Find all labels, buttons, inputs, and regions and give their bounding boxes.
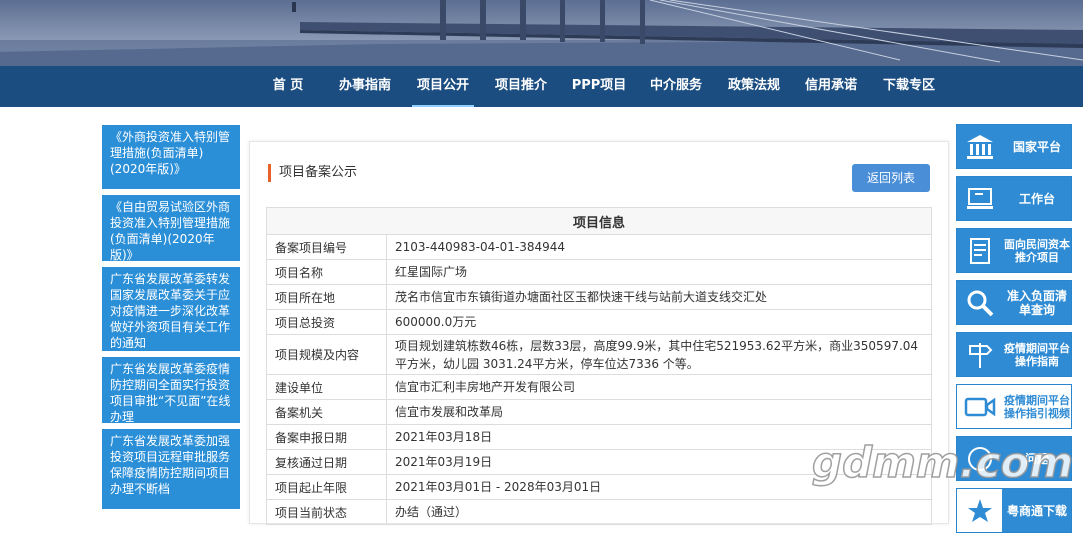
row-value: 信宜市发展和改革局: [386, 399, 932, 425]
table-row: 项目所在地 茂名市信宜市东镇街道办塘面社区玉都快速干线与站前大道支线交汇处: [266, 284, 932, 310]
button-label: 面向民间资本推介项目: [1002, 229, 1071, 272]
button-label: 工作台: [1002, 177, 1071, 220]
news-column: 《外商投资准入特别管理措施(负面清单)(2020年版)》 《自由贸易试验区外商投…: [102, 125, 240, 515]
table-title: 项目信息: [266, 207, 932, 235]
main-nav: 首 页 办事指南 项目公开 项目推介 PPP项目 中介服务 政策法规 信用承诺 …: [0, 66, 1083, 107]
button-label: 粤商通下载: [1002, 489, 1071, 532]
workstation-button[interactable]: 工作台: [956, 176, 1072, 221]
app-download-button[interactable]: 粤商通下载: [956, 488, 1072, 533]
nav-guide[interactable]: 办事指南: [334, 66, 396, 107]
button-label: 准入负面清单查询: [1002, 281, 1071, 324]
button-label: 疫情期间平台操作指引视频: [1002, 385, 1071, 428]
table-row: 建设单位 信宜市汇利丰房地产开发有限公司: [266, 374, 932, 400]
row-label: 复核通过日期: [266, 449, 387, 475]
app-logo-icon: [957, 489, 1002, 532]
row-label: 备案机关: [266, 399, 387, 425]
nav-home[interactable]: 首 页: [262, 66, 314, 107]
row-value: 茂名市信宜市东镇街道办塘面社区玉都快速干线与站前大道支线交汇处: [386, 284, 932, 310]
button-label: 疫情期间平台操作指南: [1002, 333, 1071, 376]
news-item[interactable]: 《外商投资准入特别管理措施(负面清单)(2020年版)》: [102, 125, 240, 189]
signpost-icon: [957, 333, 1002, 376]
row-value: 项目规划建筑栋数46栋，层数33层，高度99.9米，其中住宅521953.62平…: [386, 334, 932, 375]
back-to-list-button[interactable]: 返回列表: [852, 164, 930, 192]
nav-download[interactable]: 下载专区: [878, 66, 940, 107]
nav-intermediary[interactable]: 中介服务: [645, 66, 707, 107]
section-title: 项目备案公示: [268, 164, 357, 182]
bridge-banner-image: [0, 0, 1083, 66]
row-label: 项目规模及内容: [266, 334, 387, 375]
row-label: 项目所在地: [266, 284, 387, 310]
news-item[interactable]: 《自由贸易试验区外商投资准入特别管理措施(负面清单)(2020年版)》: [102, 195, 240, 261]
row-value: 信宜市汇利丰房地产开发有限公司: [386, 374, 932, 400]
table-row: 项目规模及内容 项目规划建筑栋数46栋，层数33层，高度99.9米，其中住宅521…: [266, 334, 932, 375]
row-label: 项目起止年限: [266, 474, 387, 500]
nav-policy[interactable]: 政策法规: [723, 66, 785, 107]
institution-icon: [957, 125, 1002, 168]
row-label: 项目当前状态: [266, 499, 387, 525]
nav-credit[interactable]: 信用承诺: [800, 66, 862, 107]
video-camera-icon: [957, 385, 1002, 428]
search-icon: [957, 281, 1002, 324]
epidemic-guide-button[interactable]: 疫情期间平台操作指南: [956, 332, 1072, 377]
table-row: 备案项目编号 2103-440983-04-01-384944: [266, 234, 932, 260]
row-value: 办结（通过）: [386, 499, 932, 525]
site-watermark: gdmm.com: [811, 437, 1074, 488]
row-value: 2103-440983-04-01-384944: [386, 234, 932, 260]
row-label: 项目总投资: [266, 309, 387, 335]
header-banner: [0, 0, 1083, 66]
row-label: 建设单位: [266, 374, 387, 400]
epidemic-video-button[interactable]: 疫情期间平台操作指引视频: [956, 384, 1072, 429]
private-capital-projects-button[interactable]: 面向民间资本推介项目: [956, 228, 1072, 273]
news-item[interactable]: 广东省发展改革委转发国家发展改革委关于应对疫情进一步深化改革做好外资项目有关工作…: [102, 267, 240, 351]
news-item[interactable]: 广东省发展改革委疫情防控期间全面实行投资项目审批“不见面”在线办理: [102, 357, 240, 423]
nav-ppp[interactable]: PPP项目: [568, 66, 630, 107]
row-label: 项目名称: [266, 259, 387, 285]
button-label: 国家平台: [1002, 125, 1071, 168]
negative-list-search-button[interactable]: 准入负面清单查询: [956, 280, 1072, 325]
row-label: 备案申报日期: [266, 424, 387, 450]
nav-project-public[interactable]: 项目公开: [412, 66, 474, 107]
table-row: 备案机关 信宜市发展和改革局: [266, 399, 932, 425]
row-value: 600000.0万元: [386, 309, 932, 335]
workstation-icon: [957, 177, 1002, 220]
table-row: 项目当前状态 办结（通过）: [266, 499, 932, 525]
row-value: 红星国际广场: [386, 259, 932, 285]
row-label: 备案项目编号: [266, 234, 387, 260]
document-list-icon: [957, 229, 1002, 272]
news-item[interactable]: 广东省发展改革委加强投资项目远程审批服务保障疫情防控期间项目办理不断档: [102, 429, 240, 509]
national-platform-button[interactable]: 国家平台: [956, 124, 1072, 169]
nav-project-promotion[interactable]: 项目推介: [490, 66, 552, 107]
table-row: 项目名称 红星国际广场: [266, 259, 932, 285]
table-row: 项目总投资 600000.0万元: [266, 309, 932, 335]
